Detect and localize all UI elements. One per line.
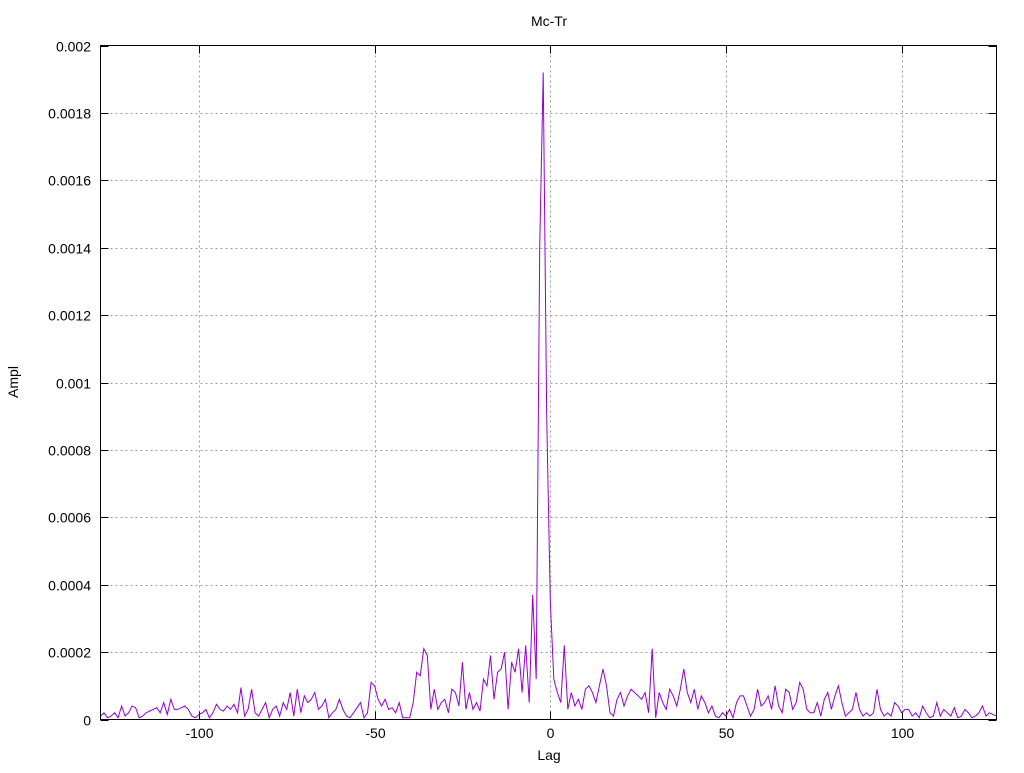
x-tick-label: 100: [891, 725, 915, 741]
y-tick-label: 0.0006: [48, 510, 91, 526]
y-tick-label: 0.0002: [48, 645, 91, 661]
y-tick-label: 0: [83, 713, 91, 729]
series-line: [100, 72, 997, 720]
x-tick-label: 0: [547, 725, 555, 741]
tick-labels: -100 -50 0 50 100 0 0.0002 0.0004 0.0006 0.0008 0.…: [48, 39, 914, 742]
y-tick-label: 0.0012: [48, 308, 91, 324]
chart-title: Mc-Tr: [531, 13, 567, 29]
x-tick-label: -100: [185, 725, 213, 741]
y-tick-label: 0.001: [56, 376, 91, 392]
y-tick-label: 0.0016: [48, 173, 91, 189]
chart: Mc-Tr Lag Ampl -100 -50 0 50 100 0 0.0002 0.000…: [5, 13, 997, 763]
y-tick-label: 0.0008: [48, 443, 91, 459]
grid: [100, 45, 997, 720]
y-axis-label: Ampl: [5, 366, 21, 398]
y-tick-label: 0.0004: [48, 578, 91, 594]
x-tick-label: -50: [365, 725, 385, 741]
x-tick-label: 50: [719, 725, 735, 741]
x-axis-label: Lag: [537, 747, 560, 763]
y-tick-label: 0.0014: [48, 241, 91, 257]
plot-border: [100, 45, 997, 720]
y-tick-label: 0.0018: [48, 106, 91, 122]
y-tick-label: 0.002: [56, 39, 91, 55]
